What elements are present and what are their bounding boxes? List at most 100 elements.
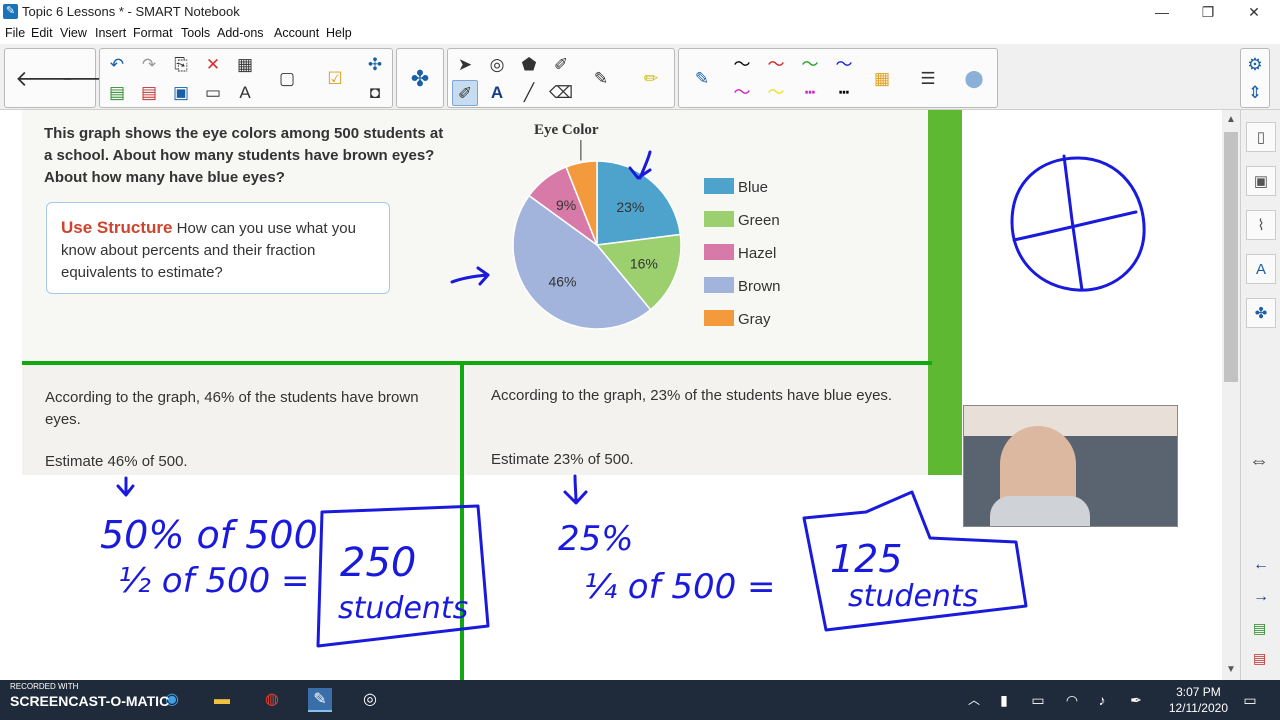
yellow-pen-swatch[interactable]: 〜 [763, 80, 789, 106]
move-toolbar-icon[interactable]: ⇕ [1242, 80, 1268, 106]
ink-half-of-500: ½ of 500 = [118, 561, 310, 601]
edit-group: ↶ ↷ ⎘ ✕ ▦ ▤ ▤ ▣ ▭ A ▢ ☑ ✣ ◘ [99, 48, 393, 108]
menu-view[interactable]: View [60, 26, 87, 40]
ink-fifty-percent: 50% of 500 [100, 513, 318, 557]
pens-icon[interactable]: ✐ [452, 80, 478, 106]
green-pen-swatch[interactable]: 〜 [797, 52, 823, 78]
ink-students-right: students [848, 579, 978, 614]
delete-icon[interactable]: ✕ [200, 52, 226, 78]
battery-icon[interactable]: ▭ [1026, 688, 1050, 712]
volume-icon[interactable]: ♪ [1090, 688, 1114, 712]
fill-icon[interactable]: ⬟ [516, 52, 542, 78]
menu-edit[interactable]: Edit [31, 26, 53, 40]
chrome-icon[interactable]: ◍ [260, 688, 284, 712]
document-camera-icon[interactable]: ▢ [274, 66, 300, 92]
presenter-shirt [990, 496, 1090, 526]
menu-file[interactable]: File [5, 26, 25, 40]
file-explorer-icon[interactable]: ▬ [210, 688, 234, 712]
close-window-button[interactable]: ✕ [1232, 2, 1276, 22]
menu-addons[interactable]: Add-ons [217, 26, 264, 40]
menu-insert[interactable]: Insert [95, 26, 126, 40]
magenta-pen-swatch[interactable]: 〜 [729, 80, 755, 106]
gallery-tab-icon[interactable]: ▣ [1246, 166, 1276, 196]
properties-tab-icon[interactable]: A [1246, 254, 1276, 284]
clock-date: 12/11/2020 [1168, 701, 1228, 715]
undo-icon[interactable]: ↶ [104, 52, 130, 78]
blue-pen-swatch[interactable]: 〜 [831, 52, 857, 78]
eraser-icon[interactable]: ⌫ [548, 80, 574, 106]
response-icon[interactable]: ☑ [322, 66, 348, 92]
webcam-overlay [963, 405, 1178, 527]
new-page-icon[interactable]: ⎘ [168, 52, 194, 78]
fill-effects-icon[interactable]: ⬤ [961, 66, 987, 92]
scroll-up-icon[interactable]: ▲ [1226, 114, 1236, 125]
ink-250: 250 [340, 540, 416, 586]
page-sorter-tab-icon[interactable]: ▯ [1246, 122, 1276, 152]
windows-taskbar: ◉ ▬ ◍ ✎ ◎ ︿ ▮ ▭ ◠ ♪ ✒ 3:07 PM 12/11/2020… [0, 680, 1280, 720]
notifications-icon[interactable]: ▭ [1238, 688, 1262, 712]
scrollbar-thumb[interactable] [1224, 132, 1238, 382]
gear-icon[interactable]: ⚙ [1242, 52, 1268, 78]
whiteboard-canvas[interactable]: This graph shows the eye colors among 50… [0, 110, 1240, 680]
ink-twenty-five-percent: 25% [558, 519, 634, 559]
next-page-icon[interactable]: 🡒 [61, 66, 120, 92]
open-file-icon[interactable]: ▤ [104, 80, 130, 106]
shapes-icon[interactable]: ◎ [484, 52, 510, 78]
text-icon[interactable]: A [484, 80, 510, 106]
pen-workspace-icon[interactable]: ✒ [1124, 688, 1148, 712]
show-hidden-icons-icon[interactable]: ︿ [962, 688, 986, 712]
screen-shade-icon[interactable]: ▭ [200, 80, 226, 106]
attachments-tab-icon[interactable]: ⌇ [1246, 210, 1276, 240]
scroll-down-icon[interactable]: ▼ [1226, 664, 1236, 675]
vertical-scrollbar[interactable]: ▲ ▼ [1222, 110, 1240, 680]
ink-students-left: students [338, 591, 468, 626]
window-title: Topic 6 Lessons * - SMART Notebook [22, 4, 240, 19]
nav-group: 🡐 🡒 [4, 48, 120, 108]
black-pen-swatch[interactable]: 〜 [729, 52, 755, 78]
highlighter-icon[interactable]: ✏ [638, 66, 664, 92]
menu-help[interactable]: Help [326, 26, 352, 40]
ink-125: 125 [830, 537, 903, 581]
system-clock[interactable]: 3:07 PM 12/11/2020 [1169, 684, 1228, 716]
puzzle-icon[interactable]: ✤ [407, 66, 433, 92]
ink-circle-vertical-line [1062, 154, 1084, 292]
side-delete-page-icon[interactable]: ▤ [1253, 650, 1266, 667]
save-icon[interactable]: ▣ [168, 80, 194, 106]
pen-styles-group: ✎ 〜 〜 〜 〜 〜 〜 ┅ ┅ ▦ ☰ ⬤ [678, 48, 998, 108]
capture-icon[interactable]: ◘ [362, 80, 388, 106]
minimize-button[interactable]: — [1140, 2, 1184, 22]
webcam-ceiling [964, 406, 1177, 436]
select-arrow-icon[interactable]: ➤ [452, 52, 478, 78]
menu-account[interactable]: Account [274, 26, 319, 40]
wifi-icon[interactable]: ◠ [1060, 688, 1084, 712]
addons-tab-icon[interactable]: ✤ [1246, 298, 1276, 328]
line-style-icon[interactable]: ☰ [915, 66, 941, 92]
magic-pen-icon[interactable]: ✐ [548, 52, 574, 78]
smart-notebook-app-icon: ✎ [3, 4, 18, 19]
clock-time: 3:07 PM [1176, 685, 1221, 699]
pen-icon[interactable]: ✎ [588, 66, 614, 92]
recorder-taskbar-icon[interactable]: ◎ [358, 688, 382, 712]
smart-notebook-taskbar-icon[interactable]: ✎ [308, 688, 332, 712]
line-icon[interactable]: ╱ [516, 80, 542, 106]
side-next-page-icon[interactable]: → [1253, 588, 1269, 606]
export-pdf-icon[interactable]: ▤ [136, 80, 162, 106]
menu-format[interactable]: Format [133, 26, 173, 40]
side-add-page-icon[interactable]: ▤ [1253, 620, 1266, 637]
maximize-button[interactable]: ❐ [1186, 2, 1230, 22]
resize-sidebar-icon[interactable]: ⇔ [1249, 450, 1269, 473]
dashed-pen-swatch[interactable]: ┅ [797, 80, 823, 106]
menu-bar: File Edit View Insert Format Tools Add-o… [0, 24, 1280, 44]
color-palette-icon[interactable]: ▦ [869, 66, 895, 92]
redo-icon[interactable]: ↷ [136, 52, 162, 78]
text-recognition-icon[interactable]: A [232, 80, 258, 106]
red-pen-swatch[interactable]: 〜 [763, 52, 789, 78]
table-icon[interactable]: ▦ [232, 52, 258, 78]
pen-style-icon[interactable]: ✎ [689, 66, 715, 92]
usb-icon[interactable]: ▮ [992, 688, 1016, 712]
dotted-pen-swatch[interactable]: ┅ [831, 80, 857, 106]
side-prev-page-icon[interactable]: ← [1253, 556, 1269, 574]
menu-tools[interactable]: Tools [181, 26, 210, 40]
addon-puzzle-icon[interactable]: ✣ [362, 52, 388, 78]
previous-page-icon[interactable]: 🡐 [15, 66, 74, 92]
